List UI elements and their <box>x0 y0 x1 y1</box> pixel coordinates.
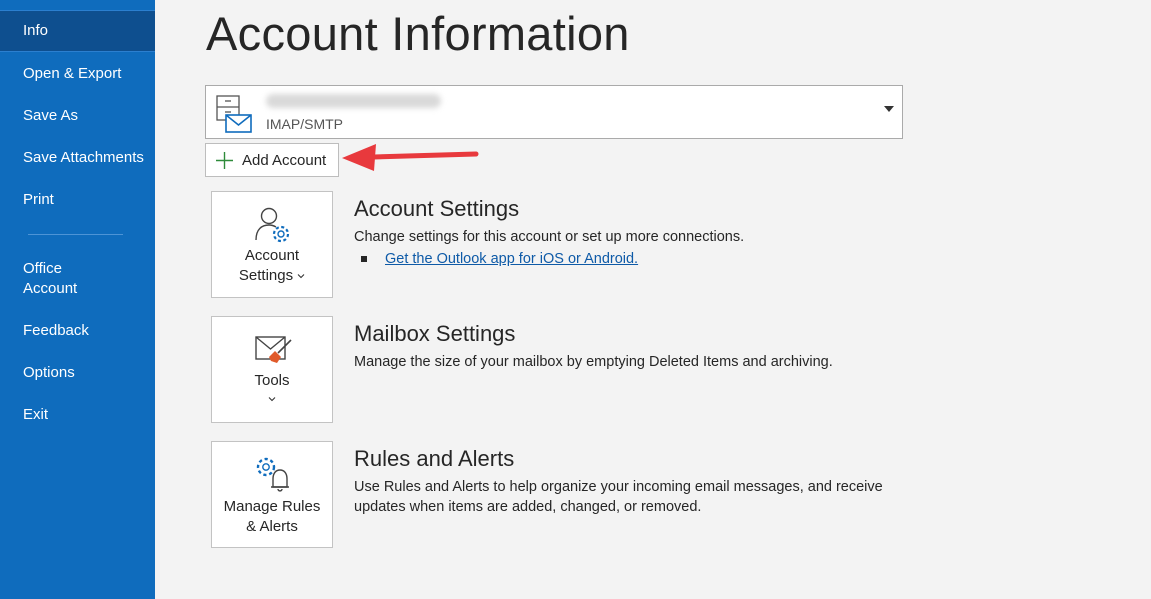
account-settings-description: Change settings for this account or set … <box>354 229 745 245</box>
bullet-icon <box>361 256 367 262</box>
mailbox-settings-description: Manage the size of your mailbox by empty… <box>354 354 833 370</box>
account-settings-icon <box>255 207 290 243</box>
account-type-label: IMAP/SMTP <box>266 116 344 132</box>
rules-alerts-description-line2: updates when items are added, changed, o… <box>354 499 702 515</box>
mailbox-settings-title: Mailbox Settings <box>354 321 516 346</box>
manage-rules-alerts-tile-label-line2: & Alerts <box>246 518 298 535</box>
add-account-label: Add Account <box>242 152 327 169</box>
account-settings-tile-label-line2: Settings <box>238 267 294 284</box>
chevron-down-icon <box>268 397 276 402</box>
sidebar-item-info[interactable]: Info <box>0 10 155 52</box>
manage-rules-alerts-tile[interactable]: Manage Rules & Alerts <box>211 441 333 548</box>
sidebar-item-office-account[interactable]: Office Account <box>0 259 155 299</box>
sidebar-item-open-export[interactable]: Open & Export <box>0 64 155 84</box>
rules-alerts-title: Rules and Alerts <box>354 446 515 471</box>
manage-rules-alerts-tile-label-line1: Manage Rules <box>223 498 321 515</box>
page-title: Account Information <box>206 7 630 60</box>
account-selector-dropdown[interactable]: IMAP/SMTP <box>205 85 903 139</box>
account-mail-icon <box>216 95 252 133</box>
outlook-mobile-app-link[interactable]: Get the Outlook app for iOS or Android. <box>385 251 638 267</box>
tools-tile[interactable]: Tools <box>211 316 333 423</box>
rules-alerts-description-line1: Use Rules and Alerts to help organize yo… <box>354 479 883 495</box>
sidebar-item-save-as[interactable]: Save As <box>0 106 155 126</box>
annotation-arrow-icon <box>342 144 479 171</box>
sidebar-item-print[interactable]: Print <box>0 190 155 210</box>
sidebar-item-options[interactable]: Options <box>0 363 155 383</box>
account-settings-title: Account Settings <box>354 196 520 221</box>
dropdown-caret-icon[interactable] <box>884 106 894 112</box>
sidebar-item-feedback[interactable]: Feedback <box>0 321 155 341</box>
rules-alerts-icon <box>256 457 289 492</box>
add-account-button[interactable]: Add Account <box>205 143 339 177</box>
chevron-down-icon <box>297 274 305 279</box>
tools-tile-label: Tools <box>254 372 290 389</box>
mailbox-tools-icon <box>255 336 292 363</box>
sidebar-divider <box>28 234 123 235</box>
plus-icon <box>216 152 233 169</box>
account-settings-tile[interactable]: Account Settings <box>211 191 333 298</box>
sidebar-item-save-attachments[interactable]: Save Attachments <box>0 148 155 168</box>
sidebar-item-exit[interactable]: Exit <box>0 405 155 425</box>
account-email-redacted <box>266 94 441 108</box>
account-settings-tile-label-line1: Account <box>244 247 300 264</box>
backstage-sidebar: Info Open & Export Save As Save Attachme… <box>0 0 155 599</box>
